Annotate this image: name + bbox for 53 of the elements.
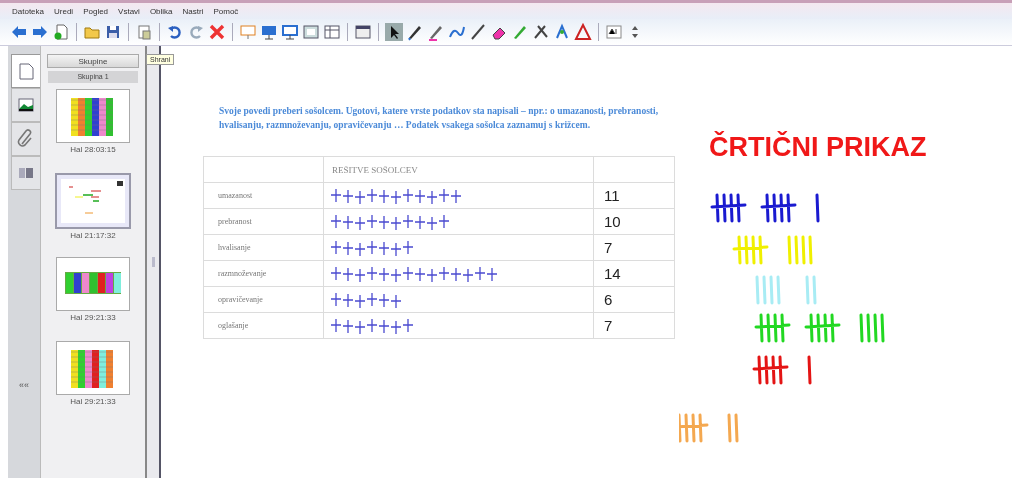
panel-icon[interactable] — [354, 23, 372, 41]
row-label: razmnoževanje — [218, 269, 267, 278]
page-thumbnail[interactable] — [56, 257, 130, 311]
pen-icon[interactable] — [406, 23, 424, 41]
thumbnail-caption: Hal 21:17:32 — [70, 231, 116, 240]
undo-icon[interactable] — [166, 23, 184, 41]
page-thumbnail[interactable] — [56, 341, 130, 395]
row-label: prebranost — [218, 217, 252, 226]
row-label: umazanost — [218, 191, 253, 200]
groups-button[interactable]: Skupine — [47, 54, 139, 68]
creative-pen-icon[interactable] — [427, 23, 445, 41]
menu-item[interactable]: Datoteka — [12, 6, 45, 16]
forward-arrow-icon[interactable] — [31, 23, 49, 41]
column-header: REŠITVE SOŠOLCEV — [332, 164, 418, 175]
count-value: 14 — [604, 265, 621, 282]
row-label: oglašanje — [218, 321, 249, 330]
menu-item[interactable]: Nastri — [182, 6, 204, 16]
menu-item[interactable]: Oblika — [149, 6, 173, 16]
full-screen-icon[interactable] — [260, 23, 278, 41]
instruction-text: Svoje povedi preberi sošolcem. Ugotovi, katere vrste podatkov sta napisali – npr.: o umazanosti, prebranosti, hvalisanju, razmnoževanju, opravičevanju … Podatek vsakega sošolca zaznamuj s križcem. — [219, 105, 660, 132]
page-title: ČRTIČNI PRIKAZ — [709, 132, 928, 163]
thumbnail-caption: Hal 29:21:33 — [70, 397, 116, 406]
count-value: 6 — [604, 291, 613, 308]
count-value: 7 — [604, 317, 613, 334]
thumbnail-caption: Hal 28:03:15 — [70, 145, 116, 154]
save-icon[interactable] — [104, 23, 122, 41]
capture-icon[interactable] — [302, 23, 320, 41]
menu-item[interactable]: Pomoč — [213, 6, 239, 16]
paste-icon[interactable] — [135, 23, 153, 41]
row-label: opravičevanje — [218, 295, 263, 304]
handwriting-icon[interactable] — [605, 23, 623, 41]
page-thumbnail[interactable] — [56, 89, 130, 143]
count-value: 7 — [604, 239, 613, 256]
picture-icon — [16, 95, 36, 115]
page-icon — [16, 61, 36, 81]
count-value: 11 — [604, 187, 620, 204]
pointer-icon[interactable] — [385, 23, 403, 41]
delete-icon[interactable] — [208, 23, 226, 41]
line-icon[interactable] — [469, 23, 487, 41]
row-label: hvalisanje — [218, 243, 251, 252]
thumbnail-caption: Hal 29:21:33 — [70, 313, 116, 322]
count-value: 10 — [604, 213, 621, 230]
table-tool-icon[interactable] — [323, 23, 341, 41]
collapse-button[interactable]: «« — [8, 380, 40, 390]
picture-tab[interactable] — [11, 88, 40, 122]
page-thumbnail[interactable] — [55, 173, 131, 229]
menu-item[interactable]: Uredi — [54, 6, 74, 16]
new-page-icon[interactable] — [52, 23, 70, 41]
properties-tab[interactable] — [11, 156, 40, 190]
menu-item[interactable]: Vstavi — [118, 6, 140, 16]
menu-item[interactable]: Pogled — [83, 6, 109, 16]
monitor-icon[interactable] — [281, 23, 299, 41]
paperclip-tab[interactable] — [11, 122, 40, 156]
